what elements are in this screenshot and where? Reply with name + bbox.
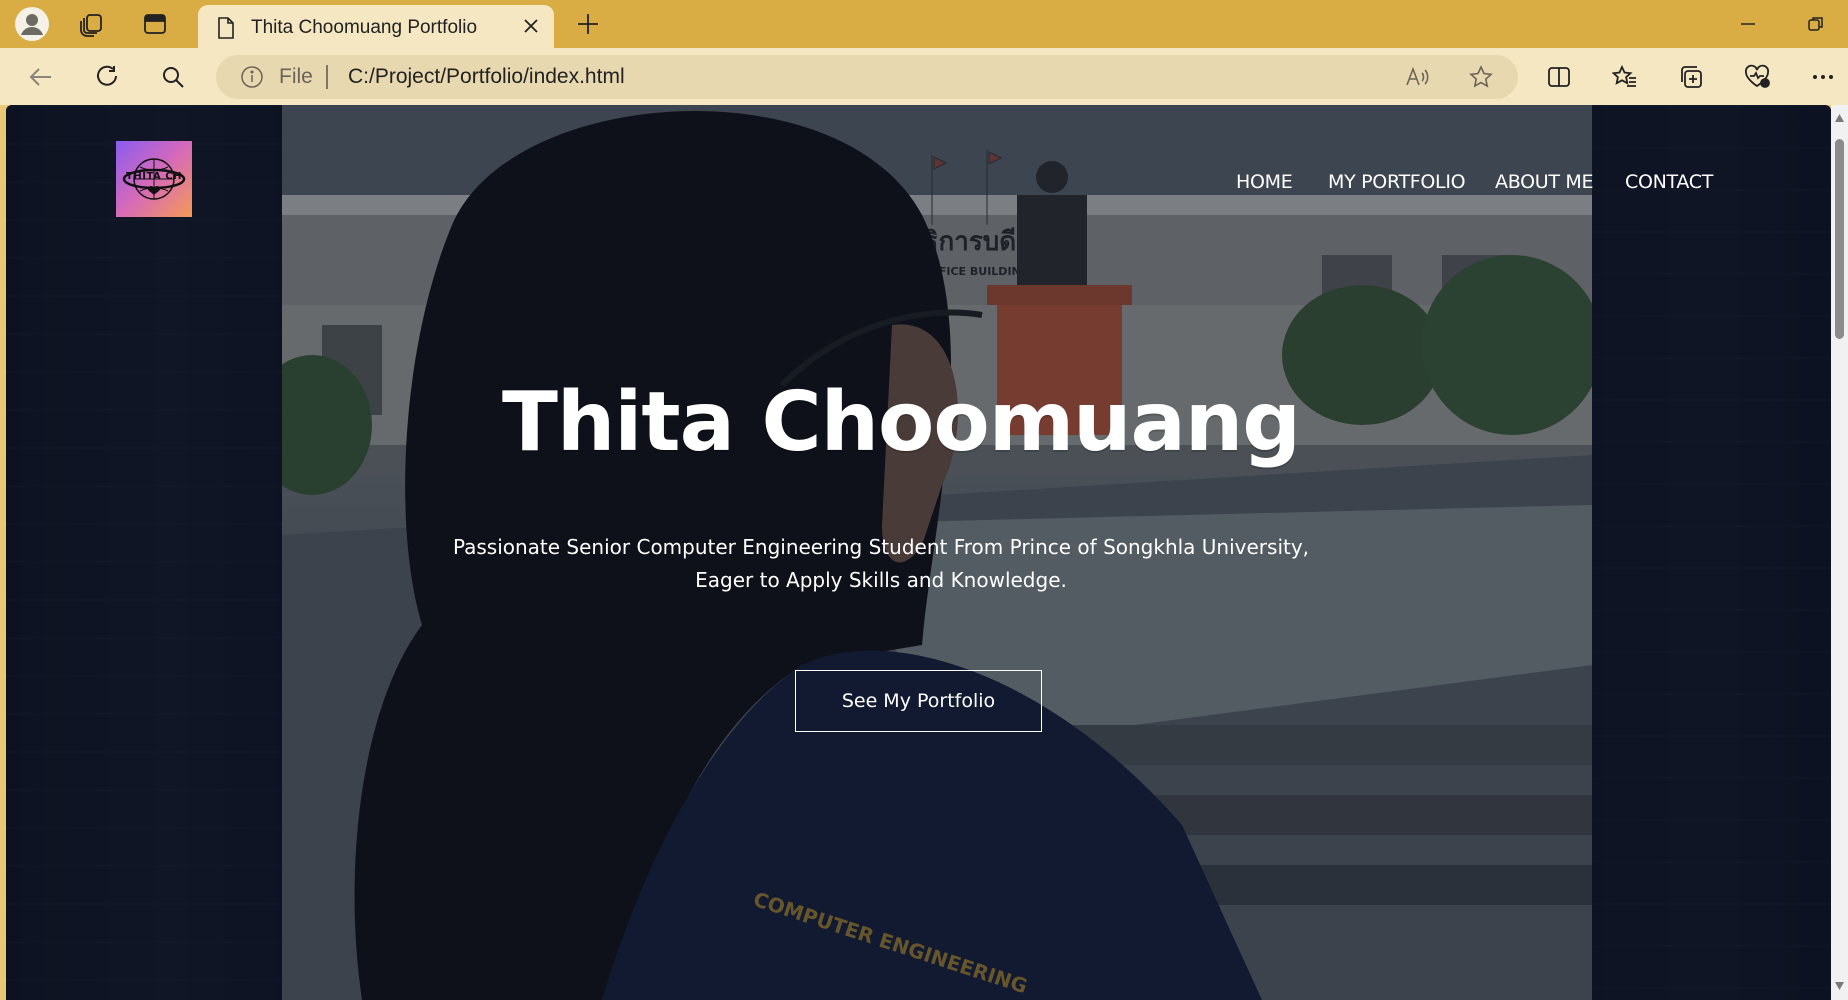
workspaces-icon[interactable]: [72, 6, 112, 42]
nav-my-portfolio[interactable]: MY PORTFOLIO: [1328, 171, 1466, 193]
active-tab[interactable]: Thita Choomuang Portfolio: [198, 5, 554, 48]
vertical-tabs-icon[interactable]: [135, 6, 175, 42]
logo-text: THITA CH: [126, 171, 182, 182]
close-tab-icon[interactable]: [520, 15, 542, 37]
more-options-icon[interactable]: [1802, 56, 1844, 98]
nav-contact[interactable]: CONTACT: [1625, 171, 1713, 193]
tab-title: Thita Choomuang Portfolio: [251, 17, 478, 38]
minimize-icon[interactable]: [1726, 6, 1770, 42]
scroll-thumb[interactable]: [1835, 139, 1844, 339]
info-icon[interactable]: [240, 65, 264, 89]
site-logo[interactable]: THITA CH: [116, 141, 192, 217]
scroll-down-arrow-icon[interactable]: [1834, 981, 1845, 991]
collections-icon[interactable]: [1670, 56, 1712, 98]
page-viewport: อธิการบดี OFFICE BUILDING COMPUTER ENGIN…: [6, 105, 1831, 1000]
hero-title: Thita Choomuang: [502, 375, 1301, 470]
restore-icon[interactable]: [1794, 6, 1838, 42]
refresh-icon[interactable]: [86, 56, 128, 98]
nav-home[interactable]: HOME: [1236, 171, 1293, 193]
nav-about-me[interactable]: ABOUT ME: [1495, 171, 1594, 193]
new-tab-button[interactable]: [568, 6, 608, 42]
profile-icon[interactable]: [12, 6, 52, 42]
browser-essentials-icon[interactable]: [1736, 56, 1778, 98]
see-portfolio-button[interactable]: See My Portfolio: [795, 670, 1042, 732]
page-icon: [216, 16, 236, 45]
search-icon[interactable]: [152, 56, 194, 98]
browser-tab-strip: Thita Choomuang Portfolio: [0, 0, 1848, 48]
url-text[interactable]: C:/Project/Portfolio/index.html: [348, 65, 625, 89]
browser-toolbar: File C:/Project/Portfolio/index.html: [0, 48, 1848, 105]
read-aloud-icon[interactable]: [1404, 64, 1430, 90]
favorites-icon[interactable]: [1604, 56, 1646, 98]
page-scrollbar[interactable]: [1831, 105, 1848, 1000]
hero-subtitle: Passionate Senior Computer Engineering S…: [426, 531, 1336, 597]
scheme-label: File: [279, 65, 313, 88]
scroll-up-arrow-icon[interactable]: [1834, 113, 1845, 123]
address-separator: [326, 65, 328, 89]
favorite-star-icon[interactable]: [1468, 64, 1494, 90]
split-screen-icon[interactable]: [1538, 56, 1580, 98]
back-arrow-icon[interactable]: [20, 56, 62, 98]
hero-subtitle-line-2: Eager to Apply Skills and Knowledge.: [695, 568, 1067, 592]
address-bar[interactable]: File C:/Project/Portfolio/index.html: [216, 55, 1518, 99]
hero-subtitle-line-1: Passionate Senior Computer Engineering S…: [452, 535, 1310, 559]
